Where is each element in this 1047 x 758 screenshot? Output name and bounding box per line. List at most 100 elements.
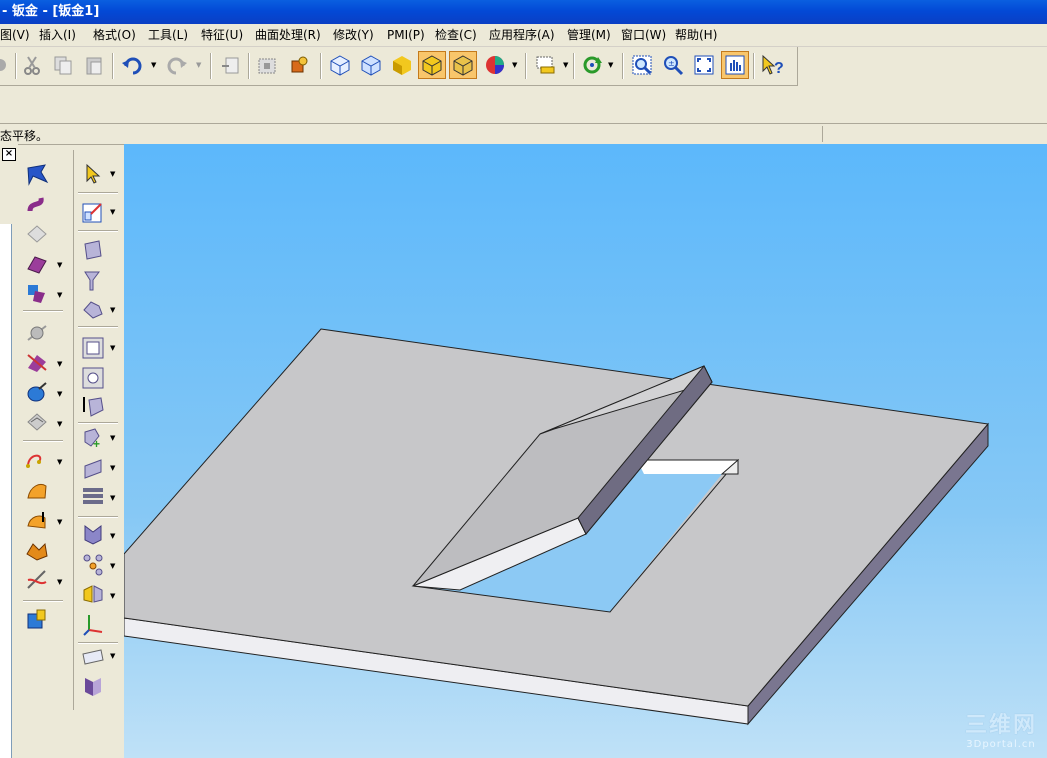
- hole-icon[interactable]: [81, 366, 105, 390]
- curve-dropdown-icon[interactable]: ▼: [57, 578, 62, 586]
- graphics-viewport[interactable]: 三维网 3Dportal.cn: [124, 144, 1047, 758]
- menu-insert[interactable]: 插入(I): [39, 27, 76, 43]
- thicken-2-dropdown-icon[interactable]: ▼: [110, 464, 115, 472]
- select-tool-icon[interactable]: [81, 162, 105, 186]
- contour-flange-icon[interactable]: [25, 193, 49, 217]
- thicken-dropdown-icon[interactable]: ▼: [57, 518, 62, 526]
- part-copy-icon[interactable]: [25, 608, 49, 632]
- sketch-arc-dropdown-icon[interactable]: ▼: [57, 458, 62, 466]
- zoom-area-icon[interactable]: [628, 51, 656, 79]
- cutout-icon[interactable]: [81, 336, 105, 360]
- thicken-2-icon[interactable]: [81, 456, 105, 480]
- thicken-icon[interactable]: [25, 508, 49, 532]
- sketch-plane-icon[interactable]: [81, 674, 105, 698]
- close-corner-icon[interactable]: [81, 522, 105, 546]
- hem-dropdown-icon[interactable]: ▼: [57, 291, 62, 299]
- menu-tools[interactable]: 工具(L): [148, 27, 188, 43]
- close-corner-dropdown-icon[interactable]: ▼: [110, 532, 115, 540]
- bend-icon[interactable]: [25, 251, 49, 275]
- select-dropdown-icon[interactable]: ▼: [563, 61, 568, 69]
- color-sphere-icon[interactable]: [481, 51, 509, 79]
- select-filter-icon[interactable]: [531, 51, 559, 79]
- shaded-box-icon[interactable]: [388, 51, 416, 79]
- menu-manage[interactable]: 管理(M): [567, 27, 611, 43]
- close-icon[interactable]: ×: [2, 148, 16, 161]
- mirror-icon[interactable]: [81, 582, 105, 606]
- intersect-curve-icon[interactable]: [25, 568, 49, 592]
- rotate-dropdown-icon[interactable]: ▼: [608, 61, 613, 69]
- louver-icon[interactable]: [25, 350, 49, 374]
- sketch-dropdown-icon[interactable]: ▼: [110, 208, 115, 216]
- coordinate-system-icon[interactable]: [81, 612, 105, 636]
- surface-patch-icon[interactable]: [25, 478, 49, 502]
- jog-icon[interactable]: [81, 296, 105, 320]
- cutout-dropdown-icon[interactable]: ▼: [57, 390, 62, 398]
- menu-applications[interactable]: 应用程序(A): [489, 27, 555, 43]
- menu-surfacing[interactable]: 曲面处理(R): [255, 27, 321, 43]
- sketch-icon[interactable]: [81, 200, 105, 224]
- drawn-cutout-icon[interactable]: [25, 380, 49, 404]
- help-pointer-icon[interactable]: ?: [758, 51, 786, 79]
- add-body-icon[interactable]: +: [81, 426, 105, 451]
- fit-all-icon[interactable]: [690, 51, 718, 79]
- rotate-view-icon[interactable]: [578, 51, 606, 79]
- tab-icon[interactable]: [81, 238, 105, 262]
- menu-inspect[interactable]: 检查(C): [435, 27, 477, 43]
- plane-dropdown-icon[interactable]: ▼: [110, 652, 115, 660]
- cutout-2-dropdown-icon[interactable]: ▼: [110, 344, 115, 352]
- status-bar: 态平移。: [0, 123, 1047, 145]
- partial-icon[interactable]: [0, 51, 14, 79]
- bead-dropdown-icon[interactable]: ▼: [57, 420, 62, 428]
- menu-pmi[interactable]: PMI(P): [387, 27, 425, 43]
- feature-toolbar-column-1: ▼ ▼ ▼ ▼ ▼ ▼ ▼ ▼: [19, 150, 65, 640]
- pan-icon[interactable]: [721, 51, 749, 79]
- menu-features[interactable]: 特征(U): [201, 27, 243, 43]
- iso-view-icon[interactable]: [326, 51, 354, 79]
- pathfinder-pane: [0, 224, 12, 758]
- pattern-dropdown-icon[interactable]: ▼: [110, 494, 115, 502]
- mirror-pattern-dropdown-icon[interactable]: ▼: [110, 562, 115, 570]
- flange-icon[interactable]: [25, 162, 49, 186]
- select-tool-dropdown-icon[interactable]: ▼: [110, 170, 115, 178]
- flange-2-icon[interactable]: [81, 268, 105, 292]
- menu-view[interactable]: 图(V): [0, 27, 30, 43]
- redo-dropdown-icon[interactable]: ▼: [196, 61, 201, 69]
- render-icon[interactable]: [285, 51, 313, 79]
- hem-icon[interactable]: [25, 281, 49, 305]
- mirror-dropdown-icon[interactable]: ▼: [110, 592, 115, 600]
- menu-help[interactable]: 帮助(H): [675, 27, 717, 43]
- shaded-edges-icon[interactable]: [418, 51, 446, 79]
- mold-icon[interactable]: [25, 538, 49, 562]
- capture-icon[interactable]: [253, 51, 281, 79]
- normal-cutout-icon[interactable]: [81, 394, 105, 418]
- clipboard-icon[interactable]: [216, 51, 244, 79]
- cut-icon[interactable]: [18, 51, 46, 79]
- mirror-pattern-icon[interactable]: [81, 552, 105, 576]
- hidden-lines-icon[interactable]: [449, 51, 477, 79]
- menu-modify[interactable]: 修改(Y): [333, 27, 374, 43]
- undo-icon[interactable]: [118, 51, 146, 79]
- plane-icon[interactable]: [81, 644, 105, 668]
- svg-text:?: ?: [774, 60, 784, 76]
- menu-format[interactable]: 格式(O): [93, 27, 136, 43]
- wireframe-box-icon[interactable]: [357, 51, 385, 79]
- lofted-flange-icon[interactable]: [25, 222, 49, 246]
- copy-icon[interactable]: [49, 51, 77, 79]
- cutout-far-wall: [637, 460, 738, 474]
- zoom-icon[interactable]: ±: [659, 51, 687, 79]
- main-toolbar: ▼ ▼ ▼ ▼ ▼ ± ?: [0, 47, 798, 86]
- louver-dropdown-icon[interactable]: ▼: [57, 360, 62, 368]
- paste-icon[interactable]: [80, 51, 108, 79]
- svg-text:±: ±: [668, 59, 675, 68]
- undo-dropdown-icon[interactable]: ▼: [151, 61, 156, 69]
- redo-icon[interactable]: [163, 51, 191, 79]
- menu-window[interactable]: 窗口(W): [621, 27, 666, 43]
- dimple-icon[interactable]: [25, 320, 49, 344]
- bead-icon[interactable]: [25, 410, 49, 434]
- sketch-arc-icon[interactable]: [25, 448, 49, 472]
- bend-dropdown-icon[interactable]: ▼: [57, 261, 62, 269]
- pattern-icon[interactable]: [81, 484, 105, 508]
- color-dropdown-icon[interactable]: ▼: [512, 61, 517, 69]
- jog-dropdown-icon[interactable]: ▼: [110, 306, 115, 314]
- add-body-dropdown-icon[interactable]: ▼: [110, 434, 115, 442]
